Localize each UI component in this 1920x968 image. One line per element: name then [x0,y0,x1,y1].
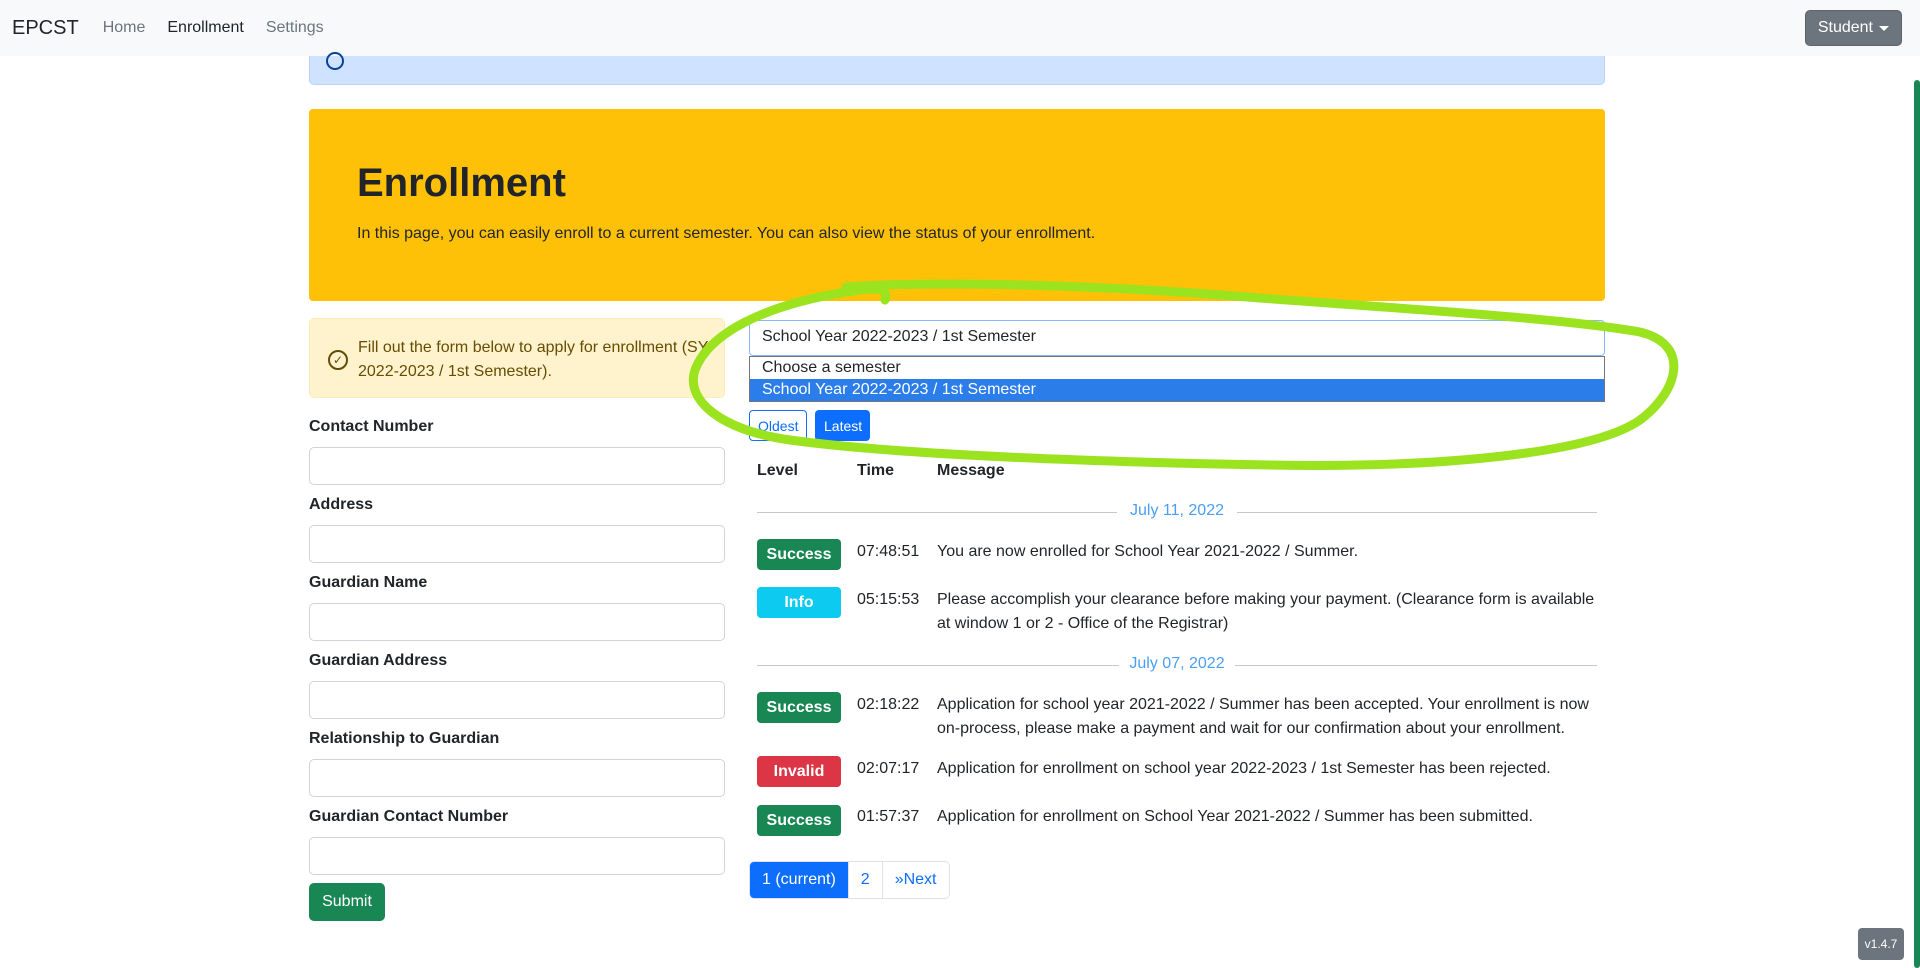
address-input[interactable] [309,525,725,563]
guardian-name-input[interactable] [309,603,725,641]
date-separator: July 11, 2022 [757,502,1597,522]
sort-oldest-button[interactable]: Oldest [749,410,807,441]
header-time: Time [857,462,895,479]
submit-button[interactable]: Submit [309,883,385,921]
guardian-contact-label: Guardian Contact Number [309,808,509,825]
contact-number-input[interactable] [309,447,725,485]
nav-enrollment[interactable]: Enrollment [167,19,243,37]
enrollment-hero: Enrollment In this page, you can easily … [309,109,1605,301]
page-subtitle: In this page, you can easily enroll to a… [357,225,1096,242]
brand-logo[interactable]: EPCST [12,17,79,40]
top-navbar: EPCST Home Enrollment Settings Student [0,0,1920,56]
relationship-input[interactable] [309,759,725,797]
address-label: Address [309,496,374,513]
contact-number-label: Contact Number [309,418,434,435]
guardian-name-label: Guardian Name [309,574,428,591]
page-2[interactable]: 2 [847,862,882,898]
info-icon [326,52,344,70]
header-level: Level [757,462,798,479]
status-badge: Success [757,539,841,570]
log-message: Application for school year 2021-2022 / … [937,696,1589,737]
header-message: Message [937,462,1005,479]
status-badge: Success [757,692,841,723]
check-circle-icon: ✓ [328,350,348,370]
log-time: 07:48:51 [857,543,920,560]
student-menu-button[interactable]: Student [1804,10,1902,46]
log-time: 05:15:53 [857,591,920,608]
log-message: Application for enrollment on School Yea… [937,808,1533,825]
log-message: You are now enrolled for School Year 202… [937,543,1359,560]
nav-home[interactable]: Home [103,19,146,37]
notice-text: Fill out the form below to apply for enr… [358,339,709,380]
date-label: July 11, 2022 [1130,502,1224,519]
student-menu-label: Student [1817,19,1873,36]
log-message: Please accomplish your clearance before … [937,591,1595,632]
semester-dropdown-list: Choose a semester School Year 2022-2023 … [749,356,1605,402]
status-badge: Invalid [757,756,841,787]
page-current[interactable]: 1 (current) [750,862,848,898]
date-separator: July 07, 2022 [757,655,1597,675]
enrollment-notice: ✓ Fill out the form below to apply for e… [309,318,725,398]
log-time: 02:07:17 [857,760,920,777]
page-next[interactable]: »Next [881,862,949,898]
semester-select[interactable]: School Year 2022-2023 / 1st Semester [749,320,1605,356]
semester-option[interactable]: Choose a semester [750,357,1604,379]
guardian-contact-input[interactable] [309,837,725,875]
date-label: July 07, 2022 [1129,655,1225,672]
nav-settings[interactable]: Settings [266,19,324,37]
caret-down-icon [1879,25,1889,31]
status-badge: Success [757,805,841,836]
info-alert [309,52,1605,85]
version-badge: v1.4.7 [1858,928,1904,960]
pagination: 1 (current) 2 »Next [749,861,950,899]
guardian-address-input[interactable] [309,681,725,719]
sort-latest-button[interactable]: Latest [815,410,870,441]
scrollbar-thumb[interactable] [1914,80,1920,968]
log-time: 01:57:37 [857,808,920,825]
page-title: Enrollment [357,161,566,205]
log-time: 02:18:22 [857,696,920,713]
relationship-label: Relationship to Guardian [309,730,500,747]
guardian-address-label: Guardian Address [309,652,448,669]
semester-option-selected[interactable]: School Year 2022-2023 / 1st Semester [750,379,1604,401]
status-badge: Info [757,587,841,618]
log-message: Application for enrollment on school yea… [937,760,1551,777]
